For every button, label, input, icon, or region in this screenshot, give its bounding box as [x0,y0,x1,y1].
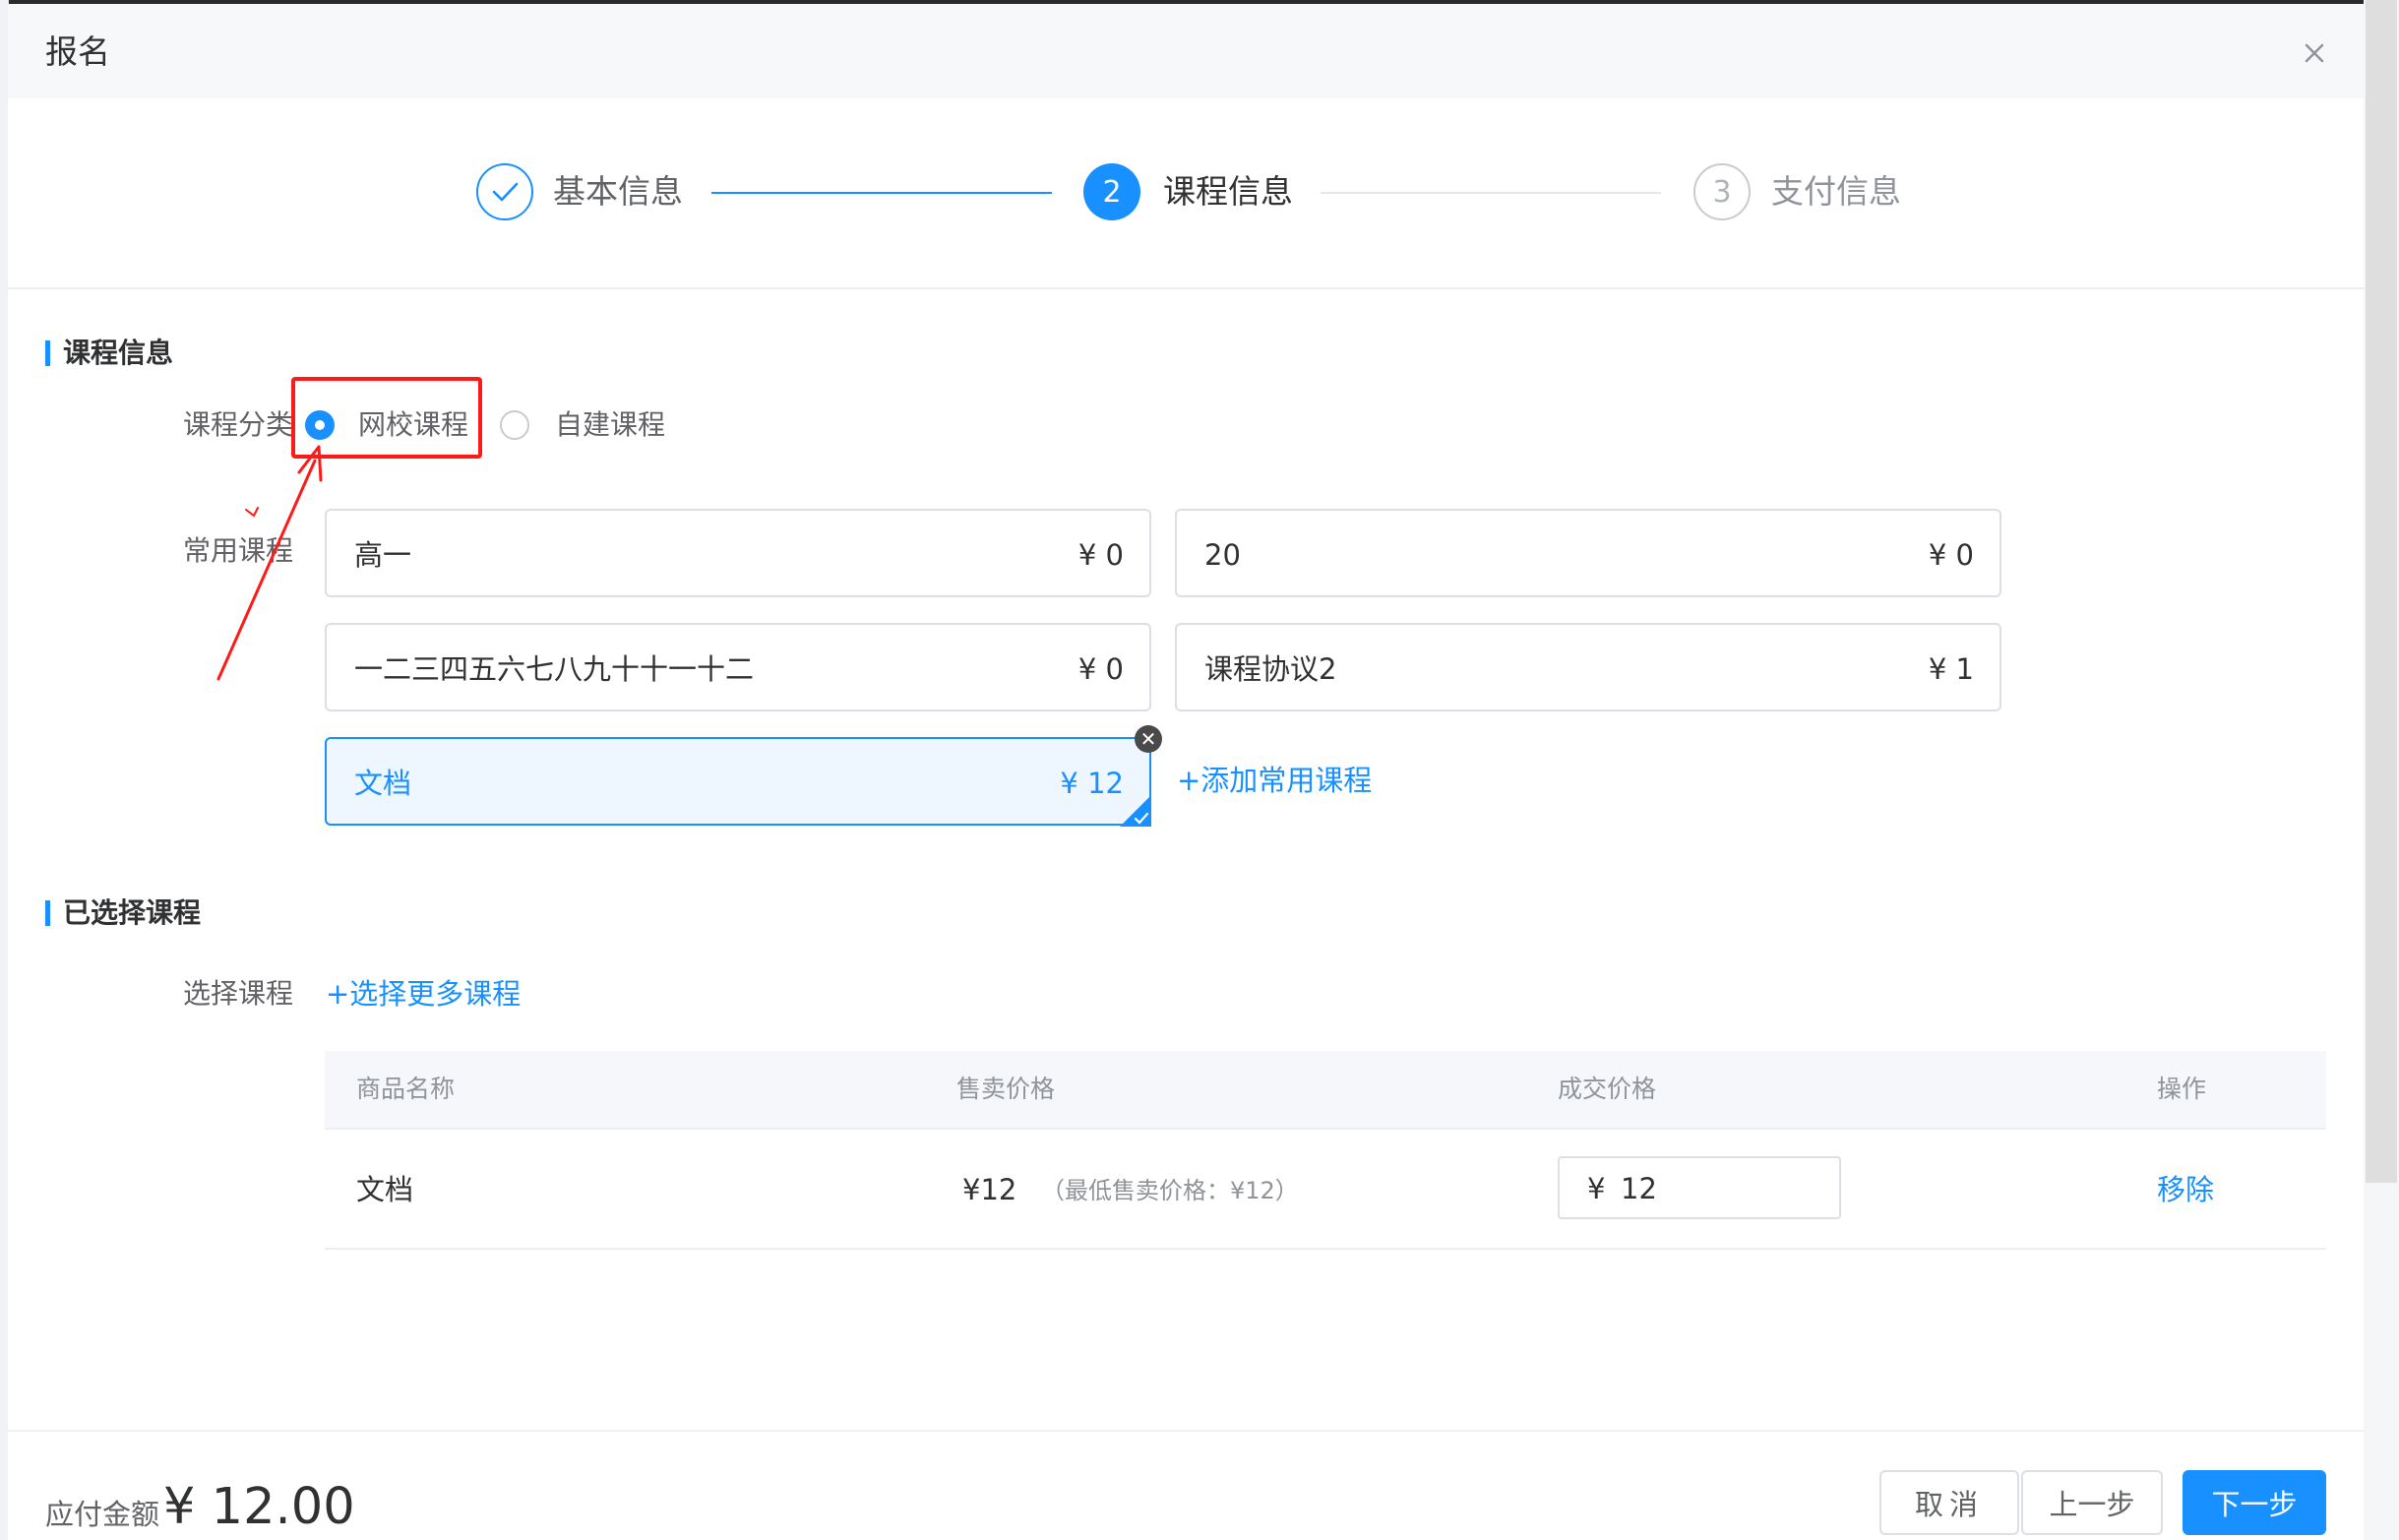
course-card-name: 文档 [354,767,412,800]
remove-course-link[interactable]: 移除 [2157,1170,2214,1209]
section-accent-bar [45,900,50,926]
close-icon[interactable] [2297,35,2332,71]
course-card-name: 一二三四五六七八九十十一十二 [354,652,755,686]
dialog-header [8,4,2364,98]
course-card-price: ¥ 0 [1928,538,1974,572]
step-payment-info-label: 支付信息 [1771,172,1901,211]
cell-sale-price: ¥12 [962,1173,1017,1206]
cancel-button[interactable]: 取消 [1879,1470,2019,1535]
step-payment-info-marker: 3 [1693,163,1751,220]
step-course-info-label: 课程信息 [1163,172,1293,211]
step-basic-info-marker [476,163,533,220]
course-card-price: ¥ 12 [1060,767,1124,800]
common-course-card[interactable]: 一二三四五六七八九十十一十二 ¥ 0 [325,623,1151,711]
footer-divider [8,1430,2364,1432]
step-basic-info-label: 基本信息 [553,172,683,211]
table-header [325,1051,2326,1130]
course-card-price: ¥ 1 [1928,652,1974,686]
step-connector-1 [711,192,1052,194]
annotation-arrow-icon [216,445,323,681]
select-more-courses-link[interactable]: +选择更多课程 [326,974,521,1014]
scrollbar-thumb[interactable] [2366,0,2397,1183]
selected-corner-check-icon [1120,795,1151,827]
column-header-sale-price: 售卖价格 [956,1075,1056,1103]
common-course-card[interactable]: 20 ¥ 0 [1175,509,2001,597]
remove-card-icon[interactable]: ✕ [1135,725,1162,753]
column-header-deal-price: 成交价格 [1558,1075,1657,1103]
section-title-selected-courses: 已选择课程 [63,896,202,929]
step-connector-2 [1321,192,1661,194]
step-course-info-marker: 2 [1083,163,1140,220]
deal-price-value[interactable]: 12 [1621,1169,1657,1208]
common-course-card-selected[interactable]: 文档 ¥ 12 [325,737,1151,826]
payable-amount-label: 应付金额 [45,1498,160,1531]
column-header-name: 商品名称 [356,1075,456,1103]
radio-custom-course[interactable] [500,410,529,440]
table-row [325,1128,2326,1250]
previous-step-button[interactable]: 上一步 [2021,1470,2163,1535]
course-card-price: ¥ 0 [1077,538,1124,572]
dialog-title: 报名 [45,32,110,71]
check-icon [492,182,519,202]
cell-course-name: 文档 [356,1173,414,1206]
column-header-actions: 操作 [2157,1075,2207,1103]
radio-custom-course-label[interactable]: 自建课程 [555,405,665,445]
course-card-price: ¥ 0 [1077,652,1124,686]
course-card-name: 课程协议2 [1204,652,1337,686]
course-card-name: 高一 [354,538,412,572]
payable-amount-value: ¥ 12.00 [163,1478,355,1536]
common-course-card[interactable]: 课程协议2 ¥ 1 [1175,623,2001,711]
course-card-name: 20 [1204,538,1241,572]
steps-divider [8,287,2364,289]
deal-price-input[interactable]: ¥ 12 [1558,1156,1841,1219]
currency-prefix: ¥ [1587,1172,1606,1205]
cell-min-price-note: （最低售卖价格：¥12） [1041,1177,1299,1204]
common-course-card[interactable]: 高一 ¥ 0 [325,509,1151,597]
section-title-course-info: 课程信息 [63,337,174,369]
next-step-button[interactable]: 下一步 [2183,1470,2326,1535]
add-common-course-link[interactable]: +添加常用课程 [1177,761,1372,800]
select-course-label: 选择课程 [183,977,294,1010]
section-accent-bar [45,340,50,366]
